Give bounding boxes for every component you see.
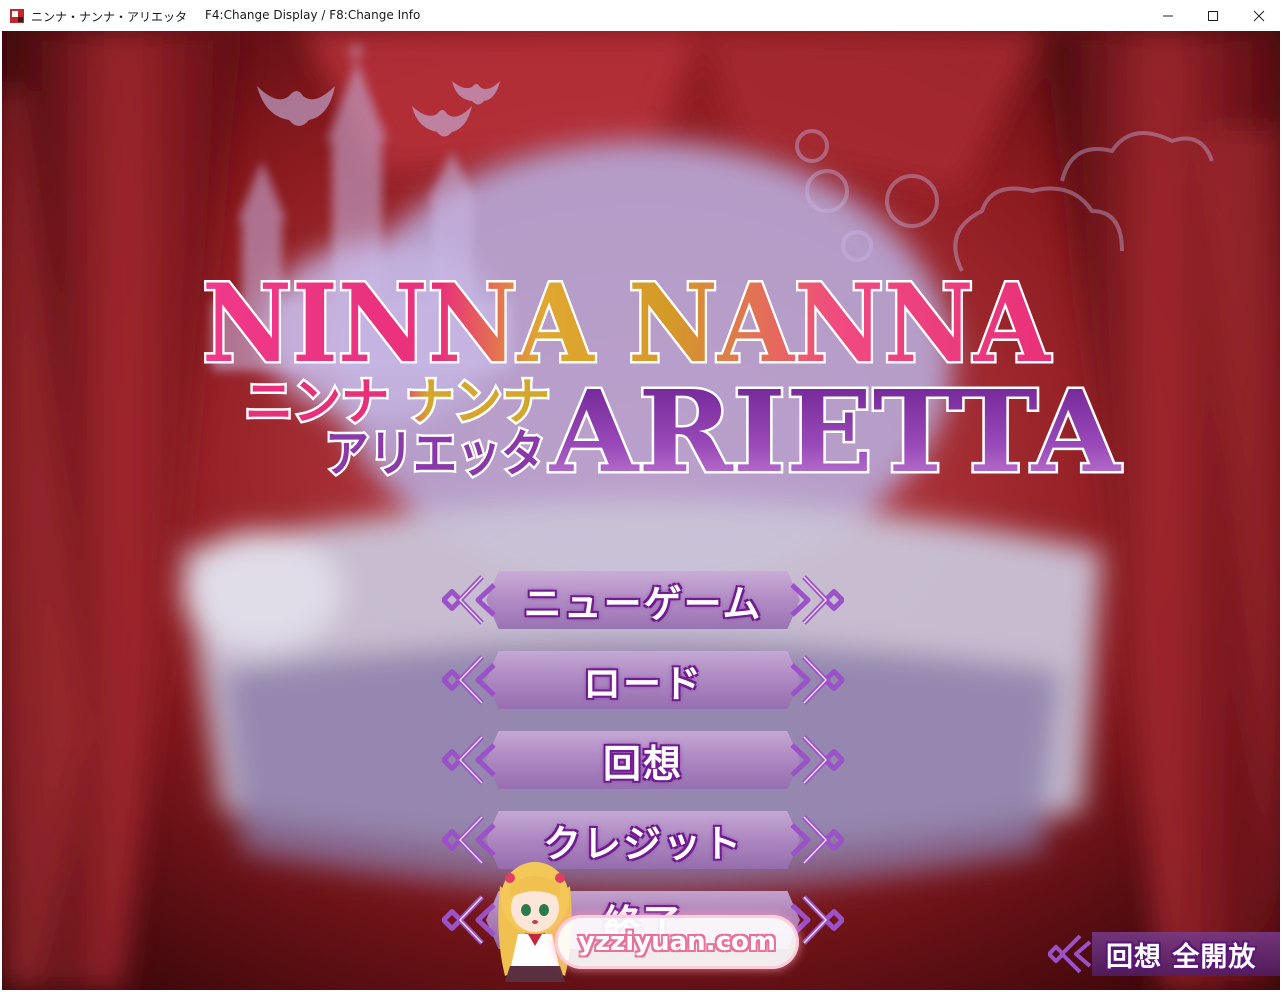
title-bar[interactable]: ニンナ・ナンナ・アリエッタ F4:Change Display / F8:Cha…	[0, 0, 1282, 31]
close-icon	[1253, 10, 1265, 21]
maximize-icon	[1208, 10, 1218, 21]
close-button[interactable]	[1236, 0, 1282, 31]
logo-jp-line2: アリエッタ	[325, 425, 545, 483]
window-info: F4:Change Display / F8:Change Info	[205, 8, 421, 22]
ornament-right-icon	[790, 575, 844, 625]
watermark: yzziyuan.com	[555, 915, 799, 969]
window-title: ニンナ・ナンナ・アリエッタ	[31, 10, 188, 24]
ornament-right-icon	[790, 655, 844, 705]
minimize-button[interactable]	[1145, 0, 1191, 31]
logo-title-line2: ARIETTA	[549, 367, 1122, 498]
menu-load-label: ロード	[582, 661, 703, 706]
maximize-button[interactable]	[1190, 0, 1236, 31]
title-screen: NINNA NANNA ARIETTA ニンナ ナンナ アリエッタ ニューゲーム	[2, 31, 1280, 990]
logo-jp-line1: ニンナ ナンナ	[245, 373, 550, 431]
menu-recollection[interactable]: 回想	[442, 729, 844, 791]
menu-recollection-label: 回想	[602, 741, 683, 786]
game-logo: NINNA NANNA ARIETTA ニンナ ナンナ アリエッタ	[200, 259, 1125, 501]
watermark-text: yzziyuan.com	[578, 927, 776, 957]
menu-load[interactable]: ロード	[442, 649, 844, 711]
menu-new-game-label: ニューゲーム	[523, 581, 763, 626]
ornament-right-icon	[790, 815, 844, 865]
app-icon	[10, 9, 24, 23]
menu-new-game[interactable]: ニューゲーム	[442, 569, 844, 631]
ornament-left-icon	[1048, 934, 1092, 974]
minimize-icon	[1163, 15, 1173, 16]
ornament-right-icon	[790, 735, 844, 785]
unlock-all-recollection-button[interactable]: 回想 全開放	[1048, 928, 1280, 980]
game-window: ニンナ・ナンナ・アリエッタ F4:Change Display / F8:Cha…	[0, 0, 1282, 992]
unlock-all-recollection-label: 回想 全開放	[1106, 941, 1257, 973]
